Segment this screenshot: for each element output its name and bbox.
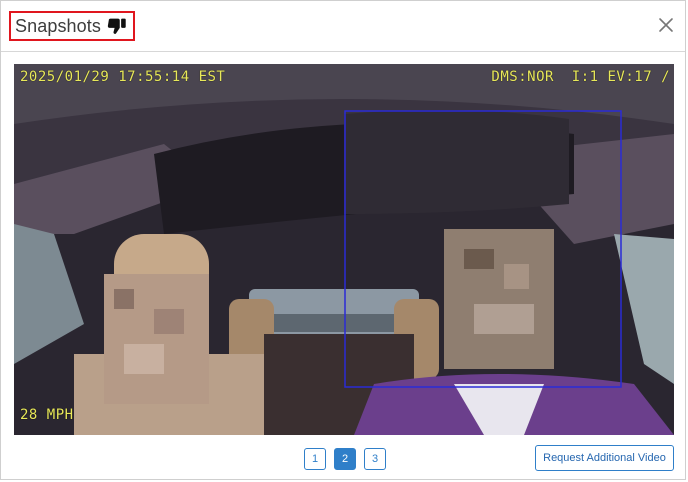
snapshots-dialog: Snapshots 2025/01/29 17:55:14 EST DMS:NO… [0,0,686,480]
snapshot-image: 2025/01/29 17:55:14 EST DMS:NOR I:1 EV:1… [14,64,674,435]
snapshot-status: DMS:NOR I:1 EV:17 / [491,69,670,85]
page-3-button[interactable]: 3 [364,448,386,470]
request-additional-video-button[interactable]: Request Additional Video [535,445,674,471]
close-icon[interactable] [657,16,675,34]
snapshot-speed: 28 MPH [20,407,74,423]
page-1-button[interactable]: 1 [304,448,326,470]
title-highlight: Snapshots [9,11,135,41]
pagination: 1 2 3 [304,448,386,470]
dialog-title: Snapshots [15,15,101,36]
page-2-button[interactable]: 2 [334,448,356,470]
snapshot-timestamp: 2025/01/29 17:55:14 EST [20,69,226,85]
thumbs-down-icon[interactable] [106,15,128,37]
dialog-header: Snapshots [1,1,685,52]
cabin-camera-frame [14,64,674,435]
